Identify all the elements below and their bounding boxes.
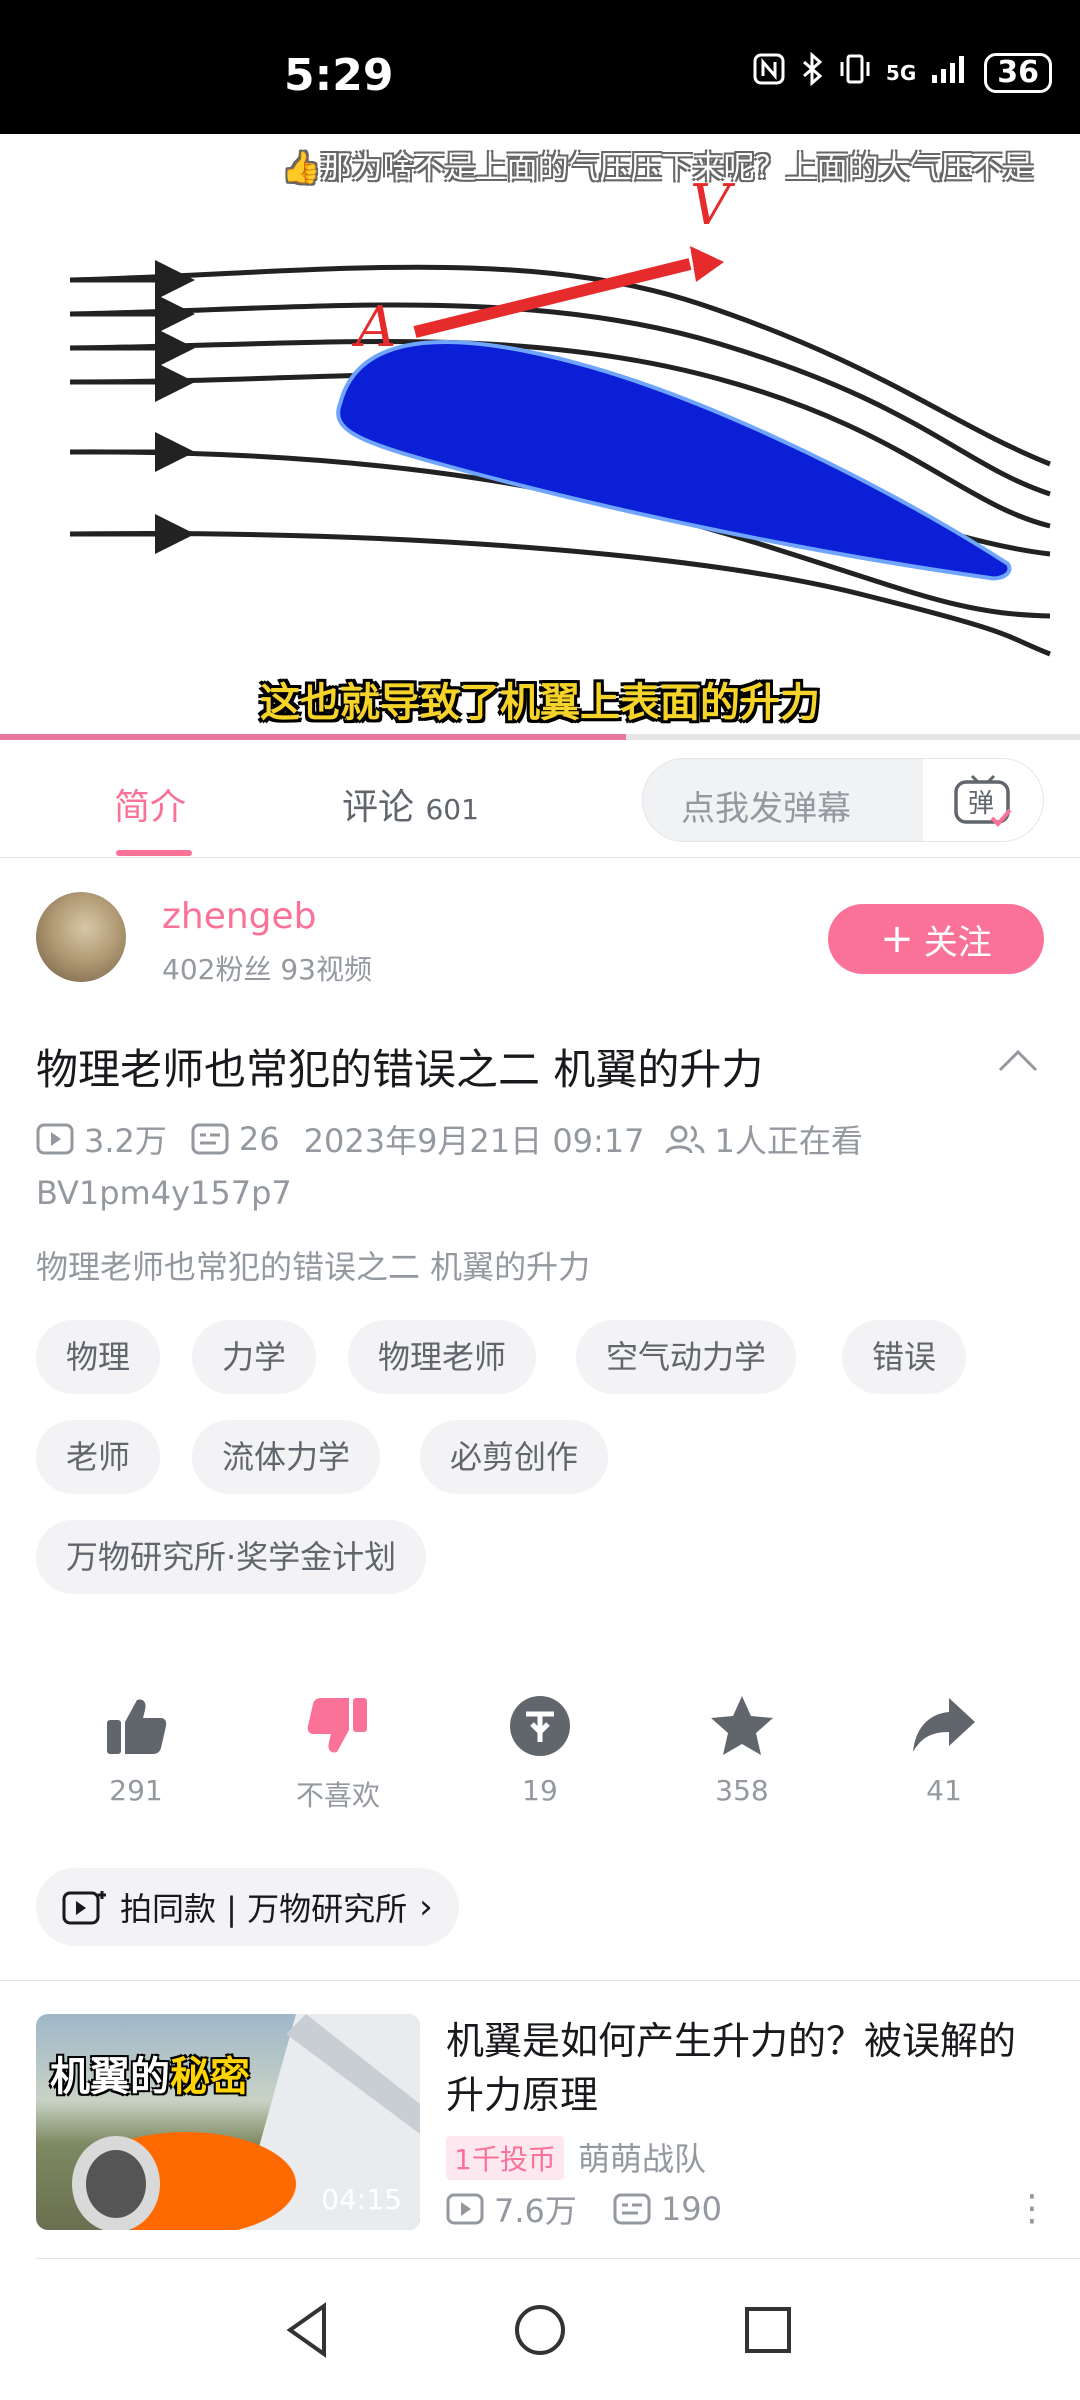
uploader-name[interactable]: zhengeb <box>162 896 317 937</box>
tab-comments[interactable]: 评论 601 <box>342 778 479 830</box>
tag-chip[interactable]: 力学 <box>192 1320 317 1394</box>
video-subtitle: 这也就导致了机翼上表面的升力 <box>260 680 820 726</box>
point-label: A <box>351 295 396 360</box>
chevron-right-icon: › <box>419 1887 433 1927</box>
status-icons: 5G 36 <box>752 51 1052 94</box>
tab-comments-label: 评论 <box>342 787 415 828</box>
share-button[interactable]: 41 <box>874 1694 1014 1807</box>
danmaku-count-icon <box>613 2193 651 2225</box>
danmaku-comment: 👍那为啥不是上面的气压压下来呢？上面的大气压不是 <box>282 150 1034 186</box>
follow-button[interactable]: + 关注 <box>828 904 1044 974</box>
dislike-label: 不喜欢 <box>295 1779 380 1812</box>
video-meta: 3.2万 26 2023年9月21日 09:17 1人正在看 <box>36 1116 863 1162</box>
thumbnail-title: 机翼的秘密 <box>50 2044 250 2102</box>
clock: 5:29 <box>284 50 394 101</box>
danmaku-count-icon <box>191 1123 229 1155</box>
uploader-stats: 402粉丝 93视频 <box>162 953 372 986</box>
nfc-icon <box>752 52 786 94</box>
danmaku-toggle-button[interactable]: 弹 <box>923 759 1043 841</box>
coin-count: 19 <box>522 1774 558 1807</box>
related-video-thumbnail[interactable]: 机翼的秘密 04:15 <box>36 2014 420 2230</box>
tag-chip[interactable]: 流体力学 <box>192 1420 381 1494</box>
bvid: BV1pm4y157p7 <box>36 1174 292 1212</box>
share-count: 41 <box>926 1774 962 1807</box>
tag-chip[interactable]: 物理老师 <box>348 1320 537 1394</box>
camera-icon <box>62 1891 106 1925</box>
vibrate-icon <box>838 52 872 94</box>
video-duration: 04:15 <box>321 2183 402 2216</box>
signal-icon <box>930 53 970 93</box>
recents-icon[interactable] <box>738 2300 798 2360</box>
danmaku-placeholder: 点我发弹幕 <box>681 789 851 829</box>
more-options-icon[interactable]: ⋮ <box>1014 2188 1050 2229</box>
publish-date: 2023年9月21日 09:17 <box>303 1122 645 1160</box>
dislike-button[interactable]: 不喜欢 <box>268 1694 408 1814</box>
home-icon[interactable] <box>510 2300 570 2360</box>
tab-intro[interactable]: 简介 <box>114 778 186 830</box>
status-bar: 5:29 5G 36 <box>0 0 1080 134</box>
airfoil-diagram: A V <box>69 173 1051 657</box>
tab-indicator <box>116 850 192 856</box>
danmaku-tv-icon: 弹 <box>954 774 1012 827</box>
thumbs-down-icon <box>307 1698 367 1753</box>
thumbnail-title-a: 机翼的 <box>50 2054 170 2100</box>
comments-count: 601 <box>425 793 479 826</box>
related-video-stats: 7.6万 190 <box>446 2186 722 2232</box>
like-button[interactable]: 291 <box>66 1694 206 1807</box>
watching-icon <box>665 1125 705 1154</box>
avatar[interactable] <box>36 892 126 982</box>
back-icon[interactable] <box>278 2300 338 2360</box>
tag-chip[interactable]: 错误 <box>842 1320 967 1394</box>
thumbnail-title-b: 秘密 <box>170 2054 250 2100</box>
tag-chip[interactable]: 物理 <box>36 1320 161 1394</box>
video-description: 物理老师也常犯的错误之二 机翼的升力 <box>36 1248 591 1286</box>
follow-label: 关注 <box>923 922 992 963</box>
watching-count: 1人正在看 <box>714 1122 863 1160</box>
coin-button[interactable]: 19 <box>470 1694 610 1807</box>
favorite-count: 358 <box>715 1774 769 1807</box>
same-style-button[interactable]: 拍同款 | 万物研究所 › <box>36 1868 459 1946</box>
list-divider <box>36 2258 1080 2259</box>
danmaku-button-label: 弹 <box>968 789 994 819</box>
coin-icon <box>510 1696 570 1756</box>
share-icon <box>913 1698 975 1752</box>
play-count-icon <box>36 1123 74 1155</box>
battery-icon: 36 <box>984 53 1052 93</box>
like-count: 291 <box>109 1774 163 1807</box>
tag-chip[interactable]: 空气动力学 <box>576 1320 797 1394</box>
thumbs-up-icon <box>107 1699 167 1754</box>
tag-chip[interactable]: 必剪创作 <box>420 1420 609 1494</box>
related-danmaku-count: 190 <box>660 2190 722 2228</box>
danmaku-input[interactable]: 点我发弹幕 弹 <box>642 758 1044 842</box>
favorite-button[interactable]: 358 <box>672 1694 812 1807</box>
bluetooth-icon <box>800 51 824 94</box>
system-nav-bar <box>0 2260 1080 2400</box>
plus-icon: + <box>880 916 914 962</box>
video-player[interactable]: A V <box>0 134 1080 734</box>
related-view-count: 7.6万 <box>494 2192 577 2230</box>
coin-badge: 1千投币 <box>446 2136 564 2180</box>
same-style-label: 拍同款 | 万物研究所 <box>120 1890 408 1928</box>
danmaku-count: 26 <box>238 1120 280 1158</box>
view-count: 3.2万 <box>84 1122 167 1160</box>
related-video-author[interactable]: 萌萌战队 <box>578 2134 706 2180</box>
video-title: 物理老师也常犯的错误之二 机翼的升力 <box>36 1045 764 1094</box>
chevron-up-icon[interactable] <box>998 1048 1038 1076</box>
related-video-title[interactable]: 机翼是如何产生升力的？被误解的升力原理 <box>446 2014 1046 2122</box>
tag-chip[interactable]: 万物研究所·奖学金计划 <box>36 1520 427 1594</box>
section-divider <box>0 1980 1080 1981</box>
star-icon <box>711 1696 773 1755</box>
play-count-icon <box>446 2193 484 2225</box>
network-label: 5G <box>885 61 917 85</box>
tag-chip[interactable]: 老师 <box>36 1420 161 1494</box>
